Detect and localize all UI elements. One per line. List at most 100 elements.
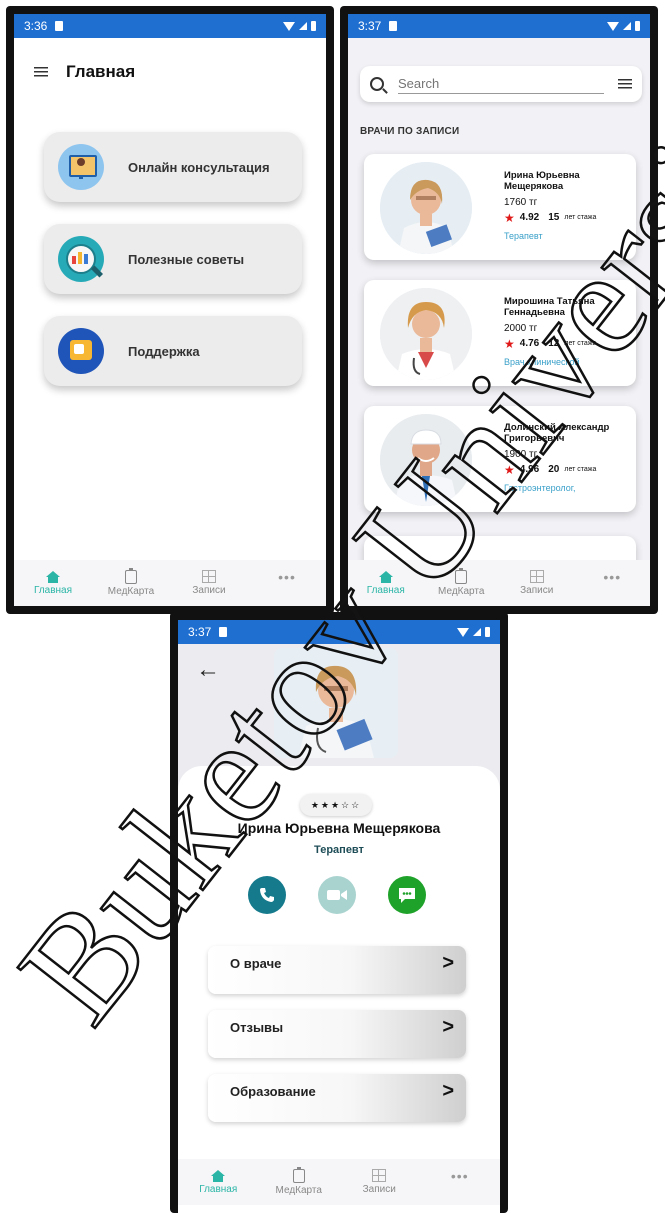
status-bar: 3:36	[14, 14, 326, 38]
nav-label: МедКарта	[107, 585, 155, 597]
experience-label: лет стажа	[564, 466, 597, 474]
experience-label: лет стажа	[564, 214, 597, 222]
video-icon	[327, 890, 347, 900]
bottom-nav: Главная МедКарта Записи •••	[14, 560, 326, 606]
rating-value: 4.76	[519, 338, 540, 350]
doctor-info: Долинский Александр Григорьевич 1900 тг …	[504, 422, 636, 493]
nav-home[interactable]: Главная	[23, 570, 83, 596]
home-icon	[378, 570, 393, 583]
nav-more[interactable]: •••	[257, 569, 317, 598]
nav-label: МедКарта	[438, 585, 485, 597]
home-icon	[46, 570, 60, 583]
menu-label: Поддержка	[128, 343, 200, 359]
signal-icon	[473, 628, 481, 636]
battery-icon	[635, 21, 640, 31]
home-screen: 3:36 Главная Онлайн консультация Полезны…	[14, 14, 326, 606]
signal-icon	[299, 22, 307, 30]
nav-more[interactable]: •••	[430, 1168, 490, 1197]
doctor-rating: ★ 4.92 15 лет стажа	[504, 211, 636, 225]
rating-value: 4.96	[519, 464, 540, 476]
status-bar: 3:37	[178, 620, 500, 644]
doctor-card[interactable]: Ирина Юрьевна Мещерякова 1760 тг ★ 4.92 …	[364, 154, 636, 260]
wifi-icon	[283, 21, 295, 31]
clipboard-icon	[292, 1166, 305, 1183]
doctor-photo	[380, 288, 472, 380]
nav-more[interactable]: •••	[582, 569, 642, 598]
wifi-icon	[457, 627, 469, 637]
nav-appointments[interactable]: Записи	[349, 1169, 409, 1195]
video-call-button[interactable]	[318, 876, 356, 914]
call-icon	[260, 888, 274, 902]
call-button[interactable]	[248, 876, 286, 914]
chevron-right-icon: >	[442, 1080, 454, 1102]
doctor-specialty: Врач клинической	[504, 356, 580, 367]
doctor-price: 1760 тг	[504, 196, 538, 208]
bottom-nav: Главная МедКарта Записи •••	[178, 1159, 500, 1205]
filter-sliders-icon[interactable]	[34, 66, 48, 78]
doctor-info: Мирошина Татьяна Геннадьевна 2000 тг ★ 4…	[504, 296, 636, 367]
page-title: Главная	[66, 62, 136, 81]
status-bar: 3:37	[348, 14, 650, 38]
sim-icon	[389, 21, 398, 31]
doctor-name: Мирошина Татьяна Геннадьевна	[504, 296, 595, 319]
star-icon: ★	[504, 462, 515, 477]
search-bar	[360, 66, 642, 102]
nav-medcard[interactable]: МедКарта	[431, 567, 491, 597]
nav-home[interactable]: Главная	[188, 1169, 248, 1195]
experience-years: 15	[548, 212, 560, 224]
more-icon: •••	[450, 1167, 469, 1184]
chevron-right-icon: >	[442, 1016, 454, 1038]
menu-label: Полезные советы	[128, 251, 245, 267]
row-label: Образование	[230, 1084, 316, 1099]
phone-home: 3:36 Главная Онлайн консультация Полезны…	[6, 6, 334, 614]
experience-years: 12	[548, 338, 560, 350]
chevron-right-icon: >	[442, 952, 454, 974]
phone-doctor-profile: 3:37 ← ★★★☆☆ Ирина Юрьевна Мещерякова Те…	[170, 612, 508, 1213]
home-icon	[211, 1169, 226, 1182]
support-thumbs-up-icon	[58, 328, 104, 374]
star-icon: ★	[504, 210, 515, 225]
consultation-icon	[58, 144, 104, 190]
calendar-icon	[372, 1169, 387, 1182]
doctor-specialty: Гастроэнтеролог,	[504, 482, 576, 493]
chat-button[interactable]	[388, 876, 426, 914]
signal-icon	[623, 22, 631, 30]
clipboard-icon	[125, 567, 137, 584]
nav-medcard[interactable]: МедКарта	[101, 567, 161, 597]
calendar-icon	[202, 570, 216, 583]
doctor-photo	[274, 648, 398, 758]
bottom-nav: Главная МедКарта Записи •••	[348, 560, 650, 606]
calendar-icon	[529, 570, 544, 583]
menu-online-consultation[interactable]: Онлайн консультация	[44, 132, 302, 202]
doctor-profile-screen: 3:37 ← ★★★☆☆ Ирина Юрьевна Мещерякова Те…	[178, 620, 500, 1213]
sim-icon	[55, 21, 64, 31]
nav-label: Главная	[33, 584, 73, 596]
doctor-card[interactable]: Долинский Александр Григорьевич 1900 тг …	[364, 406, 636, 512]
experience-years: 20	[548, 464, 560, 476]
nav-medcard[interactable]: МедКарта	[269, 1166, 329, 1196]
doctor-photo	[380, 162, 472, 254]
filter-sliders-icon[interactable]	[618, 78, 632, 90]
experience-label: лет стажа	[564, 340, 597, 348]
more-icon: •••	[278, 568, 296, 585]
nav-appointments[interactable]: Записи	[179, 570, 239, 596]
menu-support[interactable]: Поддержка	[44, 316, 302, 386]
doctor-name: Ирина Юрьевна Мещерякова	[504, 170, 580, 193]
nav-label: Главная	[366, 584, 405, 596]
doctor-card[interactable]: Мирошина Татьяна Геннадьевна 2000 тг ★ 4…	[364, 280, 636, 386]
nav-appointments[interactable]: Записи	[507, 570, 567, 596]
menu-useful-tips[interactable]: Полезные советы	[44, 224, 302, 294]
doctor-rating: ★ 4.76 12 лет стажа	[504, 337, 636, 351]
search-icon[interactable]	[370, 77, 384, 91]
nav-label: Главная	[199, 1183, 238, 1195]
nav-home[interactable]: Главная	[356, 570, 416, 596]
back-arrow-icon[interactable]: ←	[196, 656, 220, 684]
row-education[interactable]: Образование >	[208, 1074, 466, 1122]
battery-icon	[311, 21, 316, 31]
nav-label: Записи	[192, 585, 226, 596]
row-about-doctor[interactable]: О враче >	[208, 946, 466, 994]
row-reviews[interactable]: Отзывы >	[208, 1010, 466, 1058]
menu-label: Онлайн консультация	[128, 159, 270, 175]
search-input[interactable]	[398, 74, 604, 94]
doctor-rating: ★ 4.96 20 лет стажа	[504, 463, 636, 477]
